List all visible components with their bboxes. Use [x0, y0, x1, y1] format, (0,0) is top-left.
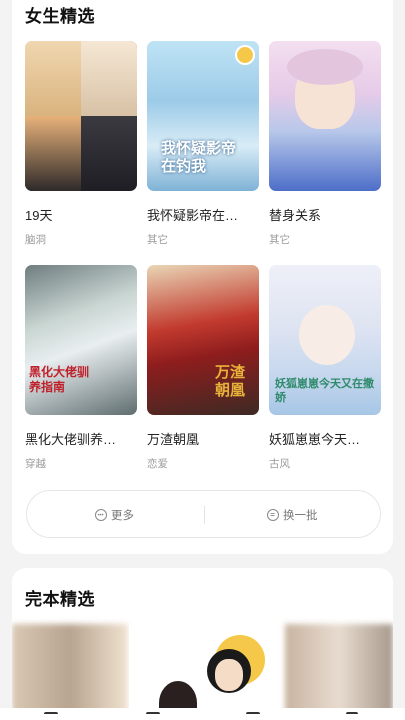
comic-title: 我怀疑影帝在… — [147, 208, 239, 223]
comic-tag: 穿越 — [25, 458, 46, 470]
refresh-icon — [267, 509, 279, 521]
comic-tag: 其它 — [147, 234, 168, 246]
more-button[interactable]: 更多 — [95, 491, 134, 539]
comic-title: 黑化大佬驯养… — [25, 432, 117, 447]
refresh-button[interactable]: 换一批 — [267, 491, 318, 539]
comic-item[interactable]: 黑化大佬驯养指南 黑化大佬驯养… 穿越 — [25, 265, 137, 489]
badge-icon — [235, 45, 255, 65]
comic-title: 妖狐崽崽今天… — [269, 432, 361, 447]
comic-cover[interactable]: 万渣朝凰 — [147, 265, 259, 415]
cover-title: 万渣朝凰 — [215, 363, 246, 399]
comic-item[interactable]: 妖狐崽崽今天又在撒娇 妖狐崽崽今天… 古风 — [269, 265, 381, 489]
comic-tag: 其它 — [269, 234, 290, 246]
comic-cover[interactable]: 黑化大佬驯养指南 — [25, 265, 137, 415]
section-title-completed: 完本精选 — [25, 590, 95, 609]
comic-cover[interactable]: 我怀疑影帝在钓我 — [147, 41, 259, 191]
comic-tag: 恋爱 — [147, 458, 168, 470]
bottom-tab-bar — [0, 708, 405, 720]
more-label: 更多 — [111, 510, 134, 522]
comic-cover[interactable] — [25, 41, 137, 191]
comic-cover[interactable] — [269, 41, 381, 191]
comic-grid: 19天 脑洞 我怀疑影帝在钓我 我怀疑影帝在… 其它 替身关系 其它 黑化大佬驯… — [25, 41, 382, 489]
cover-title: 我怀疑影帝在钓我 — [161, 139, 237, 175]
comic-title: 万渣朝凰 — [147, 432, 200, 447]
comic-tag: 脑洞 — [25, 234, 46, 246]
carousel-cover-prev[interactable] — [12, 624, 128, 720]
more-icon — [95, 509, 107, 521]
comic-item[interactable]: 万渣朝凰 万渣朝凰 恋爱 — [147, 265, 259, 489]
tab-icon[interactable] — [246, 712, 260, 720]
refresh-label: 换一批 — [283, 510, 318, 522]
comic-item[interactable]: 替身关系 其它 — [269, 41, 381, 265]
comic-tag: 古风 — [269, 458, 290, 470]
cover-art-face — [215, 659, 243, 691]
comic-item[interactable]: 我怀疑影帝在钓我 我怀疑影帝在… 其它 — [147, 41, 259, 265]
carousel-cover-featured[interactable] — [129, 625, 277, 720]
section-card-completed: 完本精选 — [12, 568, 393, 720]
carousel-cover-next[interactable] — [285, 624, 393, 720]
comic-item[interactable]: 19天 脑洞 — [25, 41, 137, 265]
tab-icon[interactable] — [44, 712, 58, 720]
comic-cover[interactable]: 妖狐崽崽今天又在撒娇 — [269, 265, 381, 415]
cover-title: 妖狐崽崽今天又在撒娇 — [275, 377, 374, 404]
section-title-girls: 女生精选 — [25, 7, 95, 26]
divider — [204, 506, 205, 524]
more-bar: 更多 换一批 — [26, 490, 381, 538]
tab-icon[interactable] — [146, 712, 160, 720]
cover-title: 黑化大佬驯养指南 — [29, 365, 90, 394]
tab-icon[interactable] — [346, 712, 358, 720]
comic-title: 19天 — [25, 208, 53, 223]
comic-title: 替身关系 — [269, 208, 322, 223]
